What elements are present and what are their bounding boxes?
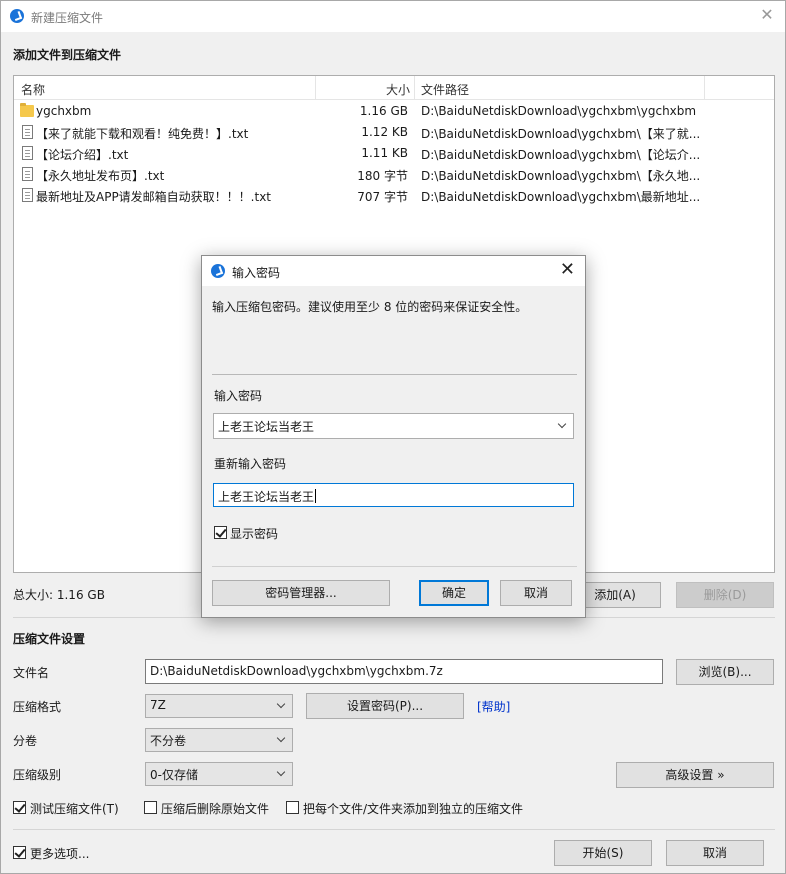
item-name: 【来了就能下载和观看！纯免费！】.txt xyxy=(36,127,249,141)
chevron-down-icon xyxy=(276,733,286,743)
format-label: 压缩格式 xyxy=(13,700,62,714)
split-value: 不分卷 xyxy=(150,734,187,748)
item-path: D:\BaiduNetdiskDownload\ygchxbm\最新地址... xyxy=(421,190,701,204)
column-name[interactable]: 名称 xyxy=(21,81,45,98)
item-name: ygchxbm xyxy=(36,104,92,118)
settings-section-title: 压缩文件设置 xyxy=(13,632,86,646)
separate-archives-checkbox[interactable] xyxy=(286,801,299,814)
item-size: 1.12 KB xyxy=(361,125,408,139)
filename-label: 文件名 xyxy=(13,666,50,680)
divider xyxy=(212,374,577,375)
item-path: D:\BaiduNetdiskDownload\ygchxbm\ygchxbm xyxy=(421,104,697,118)
close-icon[interactable]: ✕ xyxy=(560,260,575,280)
advanced-settings-button[interactable]: 高级设置 » xyxy=(616,762,774,788)
dialog-title-bar: 输入密码 ✕ xyxy=(202,256,585,286)
browse-button[interactable]: 浏览(B)... xyxy=(676,659,774,685)
text-file-icon xyxy=(22,188,33,202)
password-dialog: 输入密码 ✕ 输入压缩包密码。建议使用至少 8 位的密码来保证安全性。 输入密码… xyxy=(201,255,586,618)
app-logo-icon xyxy=(10,9,24,23)
test-archive-checkbox[interactable] xyxy=(13,801,26,814)
column-path[interactable]: 文件路径 xyxy=(421,81,469,98)
list-item[interactable]: ygchxbm 1.16 GB D:\BaiduNetdiskDownload\… xyxy=(14,101,774,122)
confirm-password-label: 重新输入密码 xyxy=(214,457,287,471)
level-label: 压缩级别 xyxy=(13,768,62,782)
delete-button[interactable]: 删除(D) xyxy=(676,582,774,608)
item-name: 最新地址及APP请发邮箱自动获取！！！.txt xyxy=(36,190,272,204)
confirm-password-value: 上老王论坛当老王 xyxy=(218,490,315,504)
help-link[interactable]: [帮助] xyxy=(477,698,510,715)
split-label: 分卷 xyxy=(13,734,38,748)
text-cursor xyxy=(315,489,317,503)
show-password-checkbox[interactable] xyxy=(214,526,227,539)
file-list-header: 名称 大小 文件路径 xyxy=(14,76,774,100)
chevron-down-icon xyxy=(276,699,286,709)
level-value: 0-仅存储 xyxy=(150,768,198,782)
show-password-label[interactable]: 显示密码 xyxy=(230,525,278,542)
item-size: 1.11 KB xyxy=(361,146,408,160)
item-path: D:\BaiduNetdiskDownload\ygchxbm\【来了就... xyxy=(421,127,701,141)
column-size[interactable]: 大小 xyxy=(386,81,410,98)
item-name: 【永久地址发布页】.txt xyxy=(36,169,165,183)
chevron-down-icon[interactable] xyxy=(557,419,567,429)
chevron-down-icon xyxy=(276,767,286,777)
list-item[interactable]: 【论坛介绍】.txt 1.11 KB D:\BaiduNetdiskDownlo… xyxy=(14,143,774,164)
list-item[interactable]: 【来了就能下载和观看！纯免费！】.txt 1.12 KB D:\BaiduNet… xyxy=(14,122,774,143)
set-password-button[interactable]: 设置密码(P)... xyxy=(306,693,464,719)
text-file-icon xyxy=(22,167,33,181)
level-select[interactable]: 0-仅存储 xyxy=(145,762,293,786)
window-title: 新建压缩文件 xyxy=(31,11,104,25)
item-path: D:\BaiduNetdiskDownload\ygchxbm\【永久地... xyxy=(421,169,701,183)
close-icon[interactable]: ✕ xyxy=(759,7,775,23)
more-options-label[interactable]: 更多选项... xyxy=(30,845,89,862)
item-size: 180 字节 xyxy=(357,169,408,183)
cancel-button[interactable]: 取消 xyxy=(666,840,764,866)
start-button[interactable]: 开始(S) xyxy=(554,840,652,866)
password-label: 输入密码 xyxy=(214,389,263,403)
list-item[interactable]: 【永久地址发布页】.txt 180 字节 D:\BaiduNetdiskDown… xyxy=(14,164,774,185)
list-item[interactable]: 最新地址及APP请发邮箱自动获取！！！.txt 707 字节 D:\BaiduN… xyxy=(14,185,774,206)
total-size: 总大小: 1.16 GB xyxy=(13,588,105,602)
password-value: 上老王论坛当老王 xyxy=(218,420,315,434)
dialog-cancel-button[interactable]: 取消 xyxy=(500,580,572,606)
ok-button[interactable]: 确定 xyxy=(419,580,489,606)
password-input[interactable]: 上老王论坛当老王 xyxy=(213,413,574,439)
more-options-checkbox[interactable] xyxy=(13,846,26,859)
column-divider[interactable] xyxy=(704,76,705,100)
format-value: 7Z xyxy=(150,698,166,712)
divider xyxy=(13,829,775,830)
title-bar: 新建压缩文件 ✕ xyxy=(1,1,785,32)
dialog-description: 输入压缩包密码。建议使用至少 8 位的密码来保证安全性。 xyxy=(212,300,528,314)
confirm-password-input[interactable]: 上老王论坛当老王 xyxy=(213,483,574,507)
text-file-icon xyxy=(22,125,33,139)
separate-archives-label[interactable]: 把每个文件/文件夹添加到独立的压缩文件 xyxy=(303,800,523,817)
app-logo-icon xyxy=(211,264,225,278)
item-path: D:\BaiduNetdiskDownload\ygchxbm\【论坛介... xyxy=(421,148,701,162)
dialog-title: 输入密码 xyxy=(232,266,281,280)
split-select[interactable]: 不分卷 xyxy=(145,728,293,752)
column-divider[interactable] xyxy=(315,76,316,100)
password-manager-button[interactable]: 密码管理器... xyxy=(212,580,390,606)
column-divider[interactable] xyxy=(414,76,415,100)
delete-after-label[interactable]: 压缩后删除原始文件 xyxy=(161,800,269,817)
delete-after-checkbox[interactable] xyxy=(144,801,157,814)
item-name: 【论坛介绍】.txt xyxy=(36,148,129,162)
files-section-title: 添加文件到压缩文件 xyxy=(13,48,122,62)
filename-input[interactable]: D:\BaiduNetdiskDownload\ygchxbm\ygchxbm.… xyxy=(145,659,663,684)
folder-icon xyxy=(20,103,34,117)
item-size: 707 字节 xyxy=(357,190,408,204)
divider xyxy=(212,566,577,567)
test-archive-label[interactable]: 测试压缩文件(T) xyxy=(30,800,119,817)
text-file-icon xyxy=(22,146,33,160)
format-select[interactable]: 7Z xyxy=(145,694,293,718)
item-size: 1.16 GB xyxy=(359,104,408,118)
